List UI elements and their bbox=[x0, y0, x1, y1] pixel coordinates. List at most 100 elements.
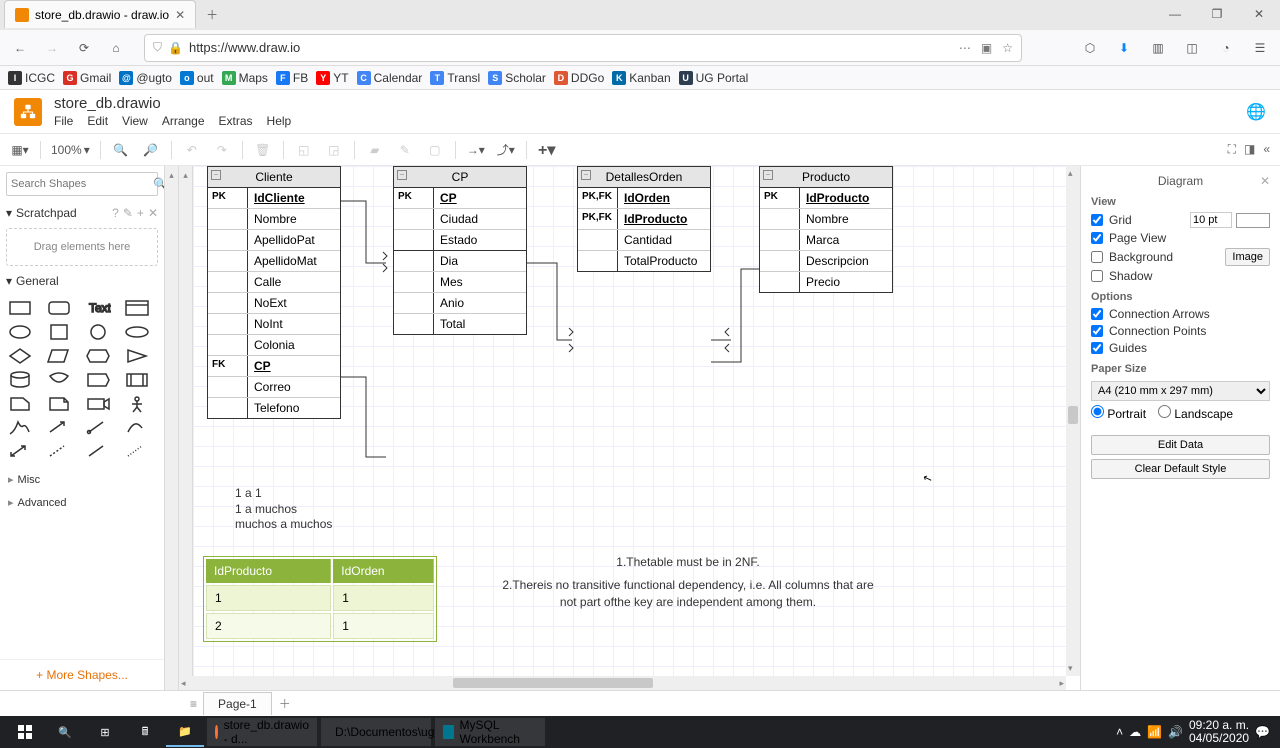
menu-edit[interactable]: Edit bbox=[87, 114, 108, 128]
zoom-out-icon[interactable]: 🔎 bbox=[141, 143, 161, 157]
misc-section[interactable]: Misc bbox=[0, 468, 164, 491]
shape-12[interactable] bbox=[6, 370, 34, 390]
shadow-checkbox[interactable] bbox=[1091, 270, 1103, 282]
shape-19[interactable] bbox=[123, 394, 151, 414]
shape-1[interactable] bbox=[45, 298, 73, 318]
paper-size-select[interactable]: A4 (210 mm x 297 mm) bbox=[1091, 381, 1270, 401]
shape-21[interactable] bbox=[45, 418, 73, 438]
start-button[interactable] bbox=[6, 717, 44, 747]
shape-0[interactable] bbox=[6, 298, 34, 318]
image-button[interactable]: Image bbox=[1225, 248, 1270, 266]
star-icon[interactable]: ☆ bbox=[1002, 41, 1013, 55]
bookmark-transl[interactable]: TTransl bbox=[430, 71, 480, 85]
advanced-section[interactable]: Advanced bbox=[0, 491, 164, 514]
account-icon[interactable]: ◔ bbox=[1212, 34, 1240, 62]
bookmark-ug portal[interactable]: UUG Portal bbox=[679, 71, 749, 85]
data-table[interactable]: IdProductoIdOrden1121 bbox=[203, 556, 437, 642]
shape-23[interactable] bbox=[123, 418, 151, 438]
shape-26[interactable] bbox=[84, 442, 112, 462]
background-checkbox[interactable] bbox=[1091, 251, 1103, 263]
insert-dropdown[interactable]: +▾ bbox=[537, 140, 557, 160]
entity-cp[interactable]: −CPPKCPCiudadEstado bbox=[393, 166, 527, 251]
download-icon[interactable]: ⬇ bbox=[1110, 34, 1138, 62]
shape-3[interactable] bbox=[123, 298, 151, 318]
pocket-icon[interactable]: ⬡ bbox=[1076, 34, 1104, 62]
fill-color-button[interactable]: ▰ bbox=[365, 143, 385, 157]
taskview-button[interactable]: ⊞ bbox=[86, 717, 124, 747]
view-mode-dropdown[interactable]: ▦▾ bbox=[10, 143, 30, 157]
reload-button[interactable]: ⟳ bbox=[70, 34, 98, 62]
close-window-button[interactable]: ✕ bbox=[1238, 0, 1280, 28]
close-tab-icon[interactable]: ✕ bbox=[175, 8, 185, 22]
shape-4[interactable] bbox=[6, 322, 34, 342]
scratchpad-add-icon[interactable]: + bbox=[137, 206, 144, 220]
language-icon[interactable]: 🌐 bbox=[1246, 102, 1266, 122]
redo-button[interactable]: ↷ bbox=[212, 143, 232, 157]
calculator-icon[interactable]: 🖩 bbox=[126, 717, 164, 747]
reader-icon[interactable]: ▣ bbox=[981, 41, 992, 55]
line-color-button[interactable]: ✎ bbox=[395, 143, 415, 157]
shape-22[interactable] bbox=[84, 418, 112, 438]
edit-data-button[interactable]: Edit Data bbox=[1091, 435, 1270, 455]
grid-size-input[interactable] bbox=[1190, 212, 1232, 228]
filename[interactable]: store_db.drawio bbox=[54, 95, 291, 112]
forward-button[interactable]: → bbox=[38, 34, 66, 62]
bookmark-calendar[interactable]: CCalendar bbox=[357, 71, 423, 85]
scratchpad-edit-icon[interactable]: ✎ bbox=[123, 206, 133, 220]
search-icon[interactable]: 🔍 bbox=[153, 177, 165, 191]
tray-wifi-icon[interactable]: 📶 bbox=[1147, 725, 1162, 739]
minimize-button[interactable]: — bbox=[1154, 0, 1196, 28]
guides-checkbox[interactable] bbox=[1091, 342, 1103, 354]
horizontal-scrollbar[interactable]: ◂▸ bbox=[179, 676, 1066, 690]
shape-25[interactable] bbox=[45, 442, 73, 462]
tray-up-icon[interactable]: ˄ bbox=[1116, 725, 1123, 739]
more-shapes-button[interactable]: + More Shapes... bbox=[0, 659, 164, 690]
bookmark-out[interactable]: oout bbox=[180, 71, 214, 85]
home-button[interactable]: ⌂ bbox=[102, 34, 130, 62]
task-mysql[interactable]: MySQL Workbench bbox=[435, 718, 545, 746]
bookmark-ddgo[interactable]: DDDGo bbox=[554, 71, 604, 85]
bookmark-kanban[interactable]: KKanban bbox=[612, 71, 670, 85]
to-front-button[interactable]: ◱ bbox=[294, 143, 314, 157]
shape-18[interactable] bbox=[84, 394, 112, 414]
shape-16[interactable] bbox=[6, 394, 34, 414]
vertical-scrollbar[interactable]: ▴▾ bbox=[1066, 166, 1080, 676]
browser-tab[interactable]: store_db.drawio - draw.io ✕ bbox=[4, 0, 196, 28]
shape-13[interactable] bbox=[45, 370, 73, 390]
shape-7[interactable] bbox=[123, 322, 151, 342]
landscape-radio[interactable] bbox=[1158, 405, 1171, 418]
entity-producto[interactable]: −ProductoPKIdProductoNombreMarcaDescripc… bbox=[759, 166, 893, 293]
menu-help[interactable]: Help bbox=[267, 114, 292, 128]
tray-volume-icon[interactable]: 🔊 bbox=[1168, 725, 1183, 739]
bookmark-icgc[interactable]: IICGC bbox=[8, 71, 55, 85]
conn-points-checkbox[interactable] bbox=[1091, 325, 1103, 337]
connection-dropdown[interactable]: →▾ bbox=[466, 143, 486, 157]
shape-17[interactable] bbox=[45, 394, 73, 414]
shape-9[interactable] bbox=[45, 346, 73, 366]
outline-collapsed[interactable]: ▴ bbox=[165, 166, 179, 690]
add-page-button[interactable]: ＋ bbox=[274, 695, 296, 712]
menu-view[interactable]: View bbox=[122, 114, 148, 128]
general-section[interactable]: General bbox=[16, 274, 59, 288]
pageview-checkbox[interactable] bbox=[1091, 232, 1103, 244]
scratchpad-help-icon[interactable]: ? bbox=[112, 206, 119, 220]
shape-2[interactable]: Text bbox=[84, 298, 112, 318]
menu-arrange[interactable]: Arrange bbox=[162, 114, 205, 128]
canvas[interactable]: −ClientePKIdClienteNombreApellidoPatApel… bbox=[193, 166, 1066, 676]
bookmark-scholar[interactable]: SScholar bbox=[488, 71, 546, 85]
shape-5[interactable] bbox=[45, 322, 73, 342]
task-firefox[interactable]: store_db.drawio - d... bbox=[207, 718, 317, 746]
shadow-button[interactable]: ▢ bbox=[425, 143, 445, 157]
format-panel-icon[interactable]: ◨ bbox=[1244, 142, 1255, 157]
more-icon[interactable]: ⋯ bbox=[959, 41, 971, 55]
fullscreen-icon[interactable]: ⛶ bbox=[1228, 142, 1236, 157]
bookmark-fb[interactable]: FFB bbox=[276, 71, 308, 85]
new-tab-button[interactable]: ＋ bbox=[200, 2, 224, 26]
menu-file[interactable]: File bbox=[54, 114, 73, 128]
tabs-menu-icon[interactable]: ≡ bbox=[190, 697, 197, 711]
shape-11[interactable] bbox=[123, 346, 151, 366]
grid-checkbox[interactable] bbox=[1091, 214, 1103, 226]
maximize-button[interactable]: ❐ bbox=[1196, 0, 1238, 28]
canvas-collapse-left[interactable]: ▴ bbox=[179, 166, 193, 676]
entity-detalles[interactable]: −DetallesOrdenPK,FKIdOrdenPK,FKIdProduct… bbox=[577, 166, 711, 272]
